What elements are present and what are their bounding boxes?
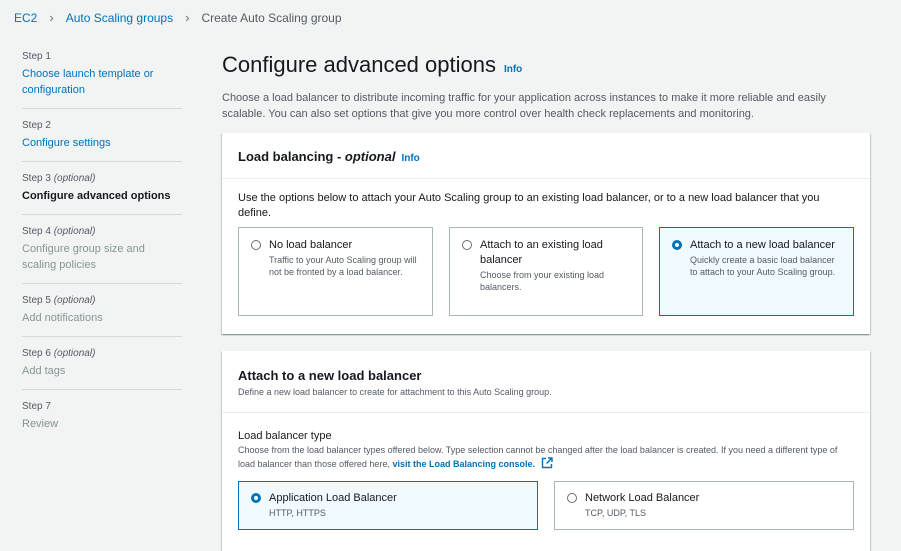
panel-body: Use the options below to attach your Aut… [222,179,870,330]
info-link[interactable]: Info [504,64,522,75]
radio-button-selected[interactable] [251,493,261,503]
step-1: Step 1 Choose launch template or configu… [22,50,182,98]
option-no-load-balancer[interactable]: No load balancer Traffic to your Auto Sc… [238,227,433,316]
load-balancer-type-options: Application Load Balancer HTTP, HTTPS Ne… [238,481,854,530]
step-3-current: Configure advanced options [22,190,171,202]
breadcrumb-auto-scaling-groups[interactable]: Auto Scaling groups [66,11,173,25]
divider [22,108,182,109]
panel-title: Attach to a new load balancer [238,368,422,383]
step-number: Step 1 [22,51,51,62]
option-description: Traffic to your Auto Scaling group will … [269,255,417,277]
chevron-right-icon: › [49,10,54,25]
step-number: Step 7 [22,401,51,412]
step-5-label: Add notifications [22,312,103,324]
field-label: Load balancer type [238,430,332,442]
divider [22,214,182,215]
chevron-right-icon: › [185,10,190,25]
radio-button[interactable] [251,240,261,250]
step-number: Step 2 [22,120,51,131]
step-4-label: Configure group size and scaling policie… [22,243,145,271]
external-link-icon[interactable] [541,457,553,473]
option-label: No load balancer [269,239,353,251]
page-description: Choose a load balancer to distribute inc… [222,92,826,120]
field-description: Choose from the load balancer types offe… [238,444,854,473]
step-number: Step 6 (optional) [22,348,96,359]
option-label: Network Load Balancer [585,492,700,504]
wizard-steps: Step 1 Choose launch template or configu… [22,50,182,432]
option-existing-load-balancer[interactable]: Attach to an existing load balancer Choo… [449,227,643,316]
option-new-load-balancer[interactable]: Attach to a new load balancer Quickly cr… [659,227,854,316]
radio-button[interactable] [462,240,472,250]
option-application-load-balancer[interactable]: Application Load Balancer HTTP, HTTPS [238,481,538,530]
step-7: Step 7 Review [22,400,182,432]
option-network-load-balancer[interactable]: Network Load Balancer TCP, UDP, TLS [554,481,854,530]
main-content: Configure advanced options Info Choose a… [222,50,871,122]
option-description: TCP, UDP, TLS [585,508,647,518]
divider [22,161,182,162]
breadcrumb-ec2[interactable]: EC2 [14,11,37,25]
panel-header: Attach to a new load balancer Define a n… [222,351,870,413]
new-load-balancer-panel: Attach to a new load balancer Define a n… [222,351,870,551]
option-label: Attach to an existing load balancer [480,239,603,266]
step-3: Step 3 (optional) Configure advanced opt… [22,172,182,204]
panel-body: Load balancer type Choose from the load … [222,413,870,544]
step-number: Step 4 (optional) [22,226,96,237]
option-label: Attach to a new load balancer [690,239,835,251]
option-description: Quickly create a basic load balancer to … [690,255,836,277]
divider [22,389,182,390]
breadcrumb-current: Create Auto Scaling group [201,10,342,25]
panel-header: Load balancing - optional Info [222,133,870,179]
info-link[interactable]: Info [401,153,419,164]
step-7-label: Review [22,418,59,430]
step-6-label: Add tags [22,365,66,377]
load-balancing-intro: Use the options below to attach your Aut… [238,192,820,219]
divider [22,283,182,284]
step-number: Step 5 (optional) [22,295,96,306]
step-5: Step 5 (optional) Add notifications [22,294,182,326]
step-4: Step 4 (optional) Configure group size a… [22,225,182,273]
load-balancing-panel: Load balancing - optional Info Use the o… [222,133,870,334]
option-description: HTTP, HTTPS [269,508,326,518]
load-balancing-console-link[interactable]: visit the Load Balancing console. [392,459,535,469]
step-2-link[interactable]: Configure settings [22,135,182,151]
option-label: Application Load Balancer [269,492,397,504]
radio-button[interactable] [567,493,577,503]
divider [22,336,182,337]
page-title: Configure advanced options Info [222,52,871,78]
panel-title: Load balancing - optional Info [238,149,420,164]
step-6: Step 6 (optional) Add tags [22,347,182,379]
load-balancer-options: No load balancer Traffic to your Auto Sc… [238,227,854,316]
page-title-text: Configure advanced options [222,52,496,77]
option-description: Choose from your existing load balancers… [480,270,605,292]
radio-button-selected[interactable] [672,240,682,250]
breadcrumb: EC2 › Auto Scaling groups › Create Auto … [14,10,342,25]
panel-subtitle: Define a new load balancer to create for… [238,387,552,397]
step-number: Step 3 (optional) [22,173,96,184]
step-2: Step 2 Configure settings [22,119,182,151]
step-1-link[interactable]: Choose launch template or configuration [22,66,182,98]
